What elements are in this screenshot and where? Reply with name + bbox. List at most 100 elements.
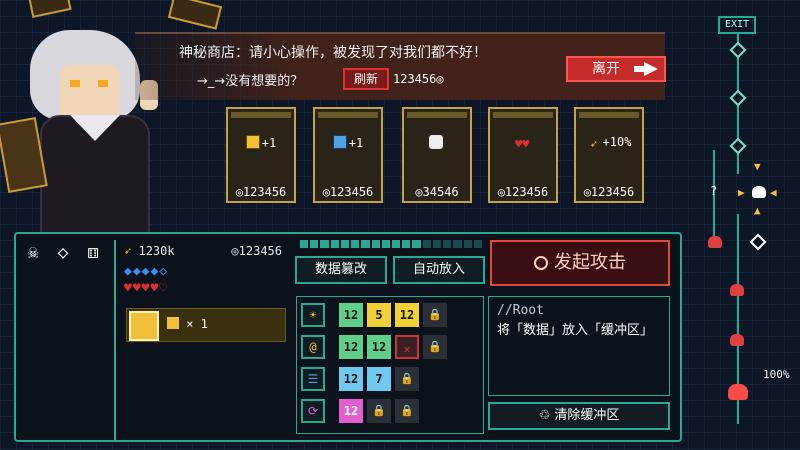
leave-button[interactable]: 离开 bbox=[566, 56, 666, 82]
grid-cell[interactable]: 12 bbox=[339, 303, 363, 327]
card-price: ◎34546 bbox=[415, 185, 459, 199]
progress-segment bbox=[361, 240, 370, 248]
arrow-right-icon bbox=[634, 62, 658, 76]
progress-segment bbox=[443, 240, 452, 248]
sword-icon: ➶ bbox=[124, 244, 132, 258]
boss-skull-icon[interactable] bbox=[728, 384, 748, 400]
skull-icon[interactable] bbox=[752, 186, 766, 198]
grid-cell[interactable]: 12 bbox=[339, 367, 363, 391]
card-effect bbox=[404, 135, 470, 150]
arrow-right-icon: ▶ bbox=[738, 186, 745, 199]
shop-card[interactable]: ♥♥ ◎123456 bbox=[488, 107, 558, 203]
cycle-icon[interactable]: ⟳ bbox=[301, 399, 325, 423]
grid-row: ☀ 12 5 12 🔒 bbox=[301, 303, 447, 329]
character-eye bbox=[70, 80, 80, 87]
grid-cell[interactable]: 7 bbox=[367, 367, 391, 391]
arrow-left-icon: ◀ bbox=[770, 186, 777, 199]
coin-value: ◎123456 bbox=[231, 244, 282, 258]
card-price: ◎123456 bbox=[497, 185, 549, 199]
grid-row: @ 12 12 ✕ 🔒 bbox=[301, 335, 447, 361]
card-item-icon bbox=[129, 311, 159, 341]
arrow-down-icon: ▼ bbox=[754, 160, 761, 173]
grid-cell[interactable]: 12 bbox=[367, 335, 391, 359]
dice-icon[interactable]: ⚅ bbox=[82, 242, 104, 264]
progress-segment bbox=[473, 240, 482, 248]
skull-icon[interactable] bbox=[708, 236, 722, 248]
item-slot[interactable]: × 1 bbox=[126, 308, 286, 342]
refresh-button[interactable]: 刷新 bbox=[343, 68, 389, 90]
data-grid: ☀ 12 5 12 🔒 @ 12 12 ✕ 🔒 ☰ 12 7 🔒 ⟳ 12 🔒 … bbox=[296, 296, 484, 434]
grid-row: ⟳ 12 🔒 🔒 bbox=[301, 399, 419, 425]
blue-chip-icon bbox=[332, 135, 347, 149]
yellow-chip-icon bbox=[167, 317, 179, 329]
progress-segment bbox=[432, 240, 442, 248]
progress-segment bbox=[310, 240, 319, 248]
clear-buffer-button[interactable]: ♲ 清除缓冲区 bbox=[488, 402, 670, 430]
progress-segment bbox=[453, 240, 462, 248]
progress-segment bbox=[340, 240, 350, 248]
diamond-icon[interactable]: ◇ bbox=[52, 242, 74, 264]
card-price: ◎123456 bbox=[235, 185, 287, 199]
progress-segment bbox=[371, 240, 380, 248]
recycle-icon: ♲ bbox=[538, 408, 551, 423]
shield-bar: ◆◆◆◆◇ bbox=[124, 264, 169, 279]
shop-subtitle: →_→没有想要的？ bbox=[197, 74, 304, 89]
sun-icon[interactable]: ☀ bbox=[301, 303, 325, 327]
arrow-up-icon: ▲ bbox=[754, 204, 761, 217]
progress-segment bbox=[391, 240, 401, 248]
shop-card[interactable]: ➶ +10% ◎123456 bbox=[574, 107, 644, 203]
refresh-cost: 123456◎ bbox=[393, 72, 444, 86]
lock-icon: 🔒 bbox=[395, 367, 419, 391]
progress-segment bbox=[300, 240, 309, 248]
exit-node[interactable]: EXIT bbox=[718, 16, 756, 34]
console-output: //Root 将「数据」放入「缓冲区」 bbox=[488, 296, 670, 396]
unknown-node[interactable]: ? bbox=[710, 184, 717, 198]
item-count: × 1 bbox=[167, 317, 208, 331]
leave-label: 离开 bbox=[592, 61, 620, 77]
card-effect: ➶ +10% bbox=[576, 135, 642, 151]
progress-segment bbox=[463, 240, 472, 248]
auto-insert-button[interactable]: 自动放入 bbox=[393, 256, 485, 284]
bars-icon[interactable]: ☰ bbox=[301, 367, 325, 391]
data-tamper-button[interactable]: 数据篡改 bbox=[295, 256, 387, 284]
grid-cell[interactable]: 12 bbox=[395, 303, 419, 327]
blocked-cell[interactable]: ✕ bbox=[395, 335, 419, 359]
lock-icon: 🔒 bbox=[423, 335, 447, 359]
sword-icon: ➶ bbox=[589, 137, 598, 151]
grid-row: ☰ 12 7 🔒 bbox=[301, 367, 419, 393]
console-line: //Root bbox=[497, 303, 544, 318]
grid-cell[interactable]: 12 bbox=[339, 399, 363, 423]
card-tab bbox=[579, 112, 639, 118]
progress-segment bbox=[402, 240, 411, 248]
card-effect: +1 bbox=[315, 135, 381, 150]
character-eye bbox=[98, 80, 108, 87]
progress-segment bbox=[351, 240, 360, 248]
route-map bbox=[690, 0, 800, 450]
progress-segment bbox=[320, 240, 329, 248]
skull-icon[interactable]: ☠ bbox=[22, 242, 44, 264]
status-icons: ☠ ◇ ⚅ bbox=[22, 242, 112, 270]
progress-segment bbox=[412, 240, 421, 248]
skull-icon[interactable] bbox=[730, 284, 744, 296]
lock-icon: 🔒 bbox=[367, 399, 391, 423]
danger-percent: 100% bbox=[763, 368, 790, 381]
shop-card[interactable]: +1 ◎123456 bbox=[226, 107, 296, 203]
shop-card[interactable]: ◎34546 bbox=[402, 107, 472, 203]
target-icon bbox=[534, 256, 548, 270]
lock-icon: 🔒 bbox=[423, 303, 447, 327]
shop-message: 神秘商店：请小心操作，被发现了对我们都不好！ bbox=[179, 45, 487, 61]
card-price: ◎123456 bbox=[583, 185, 635, 199]
card-tab bbox=[318, 112, 378, 118]
player-stats: ➶ 1230k ◎123456 ◆◆◆◆◇ ♥♥♥♥♡ × 1 bbox=[114, 240, 290, 440]
grid-cell[interactable]: 12 bbox=[339, 335, 363, 359]
progress-segment bbox=[381, 240, 390, 248]
yellow-chip-icon bbox=[245, 135, 260, 149]
at-icon[interactable]: @ bbox=[301, 335, 325, 359]
skull-icon[interactable] bbox=[730, 334, 744, 346]
card-tab bbox=[231, 112, 291, 118]
console-line: 将「数据」放入「缓冲区」 bbox=[497, 323, 654, 338]
grid-cell[interactable]: 5 bbox=[367, 303, 391, 327]
card-effect: +1 bbox=[228, 135, 294, 150]
attack-button[interactable]: 发起攻击 bbox=[490, 240, 670, 286]
shop-card[interactable]: +1 ◎123456 bbox=[313, 107, 383, 203]
